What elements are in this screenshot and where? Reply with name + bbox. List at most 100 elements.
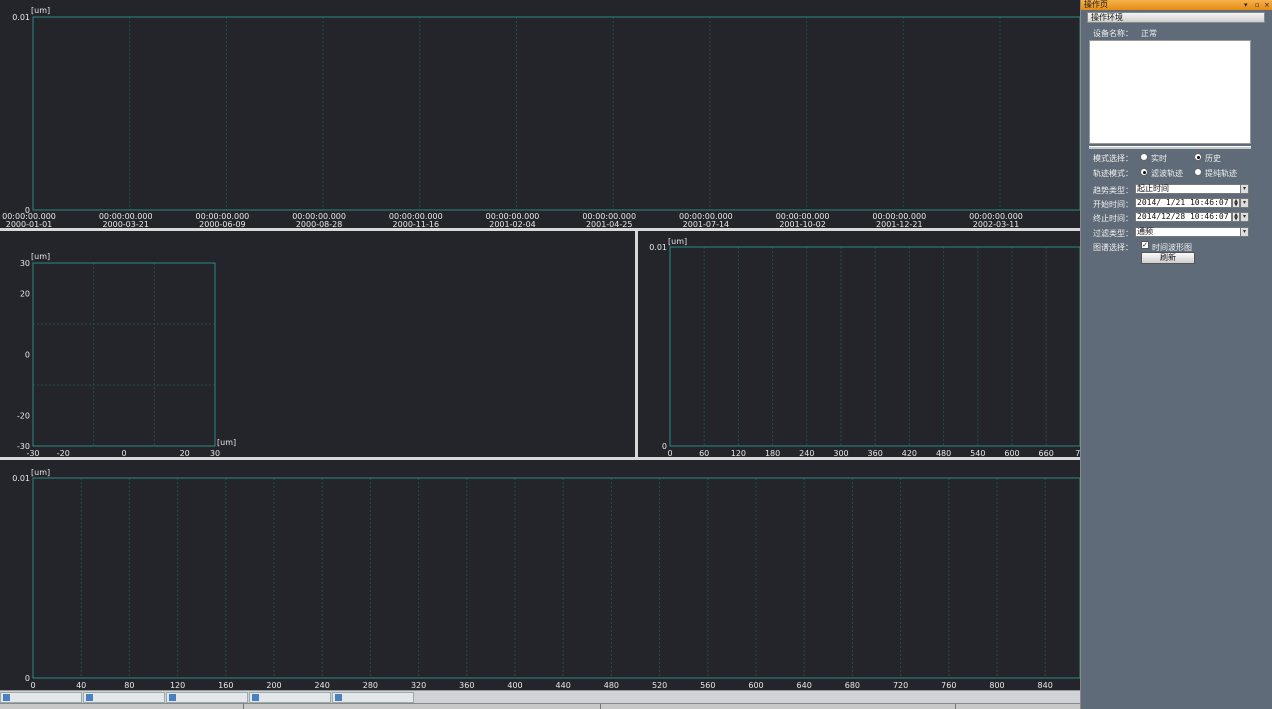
x-tick-label: 560: [700, 681, 715, 690]
x-tick-label: 800: [989, 681, 1004, 690]
y-tick-label: 0.01: [649, 243, 667, 252]
mode-label: 模式选择：: [1093, 154, 1133, 163]
end-time-spinner[interactable]: ▲ ▼: [1232, 212, 1240, 222]
x-tick-date: 2000-01-01: [6, 220, 53, 228]
document-tab-5[interactable]: [332, 692, 414, 703]
x-tick-label: -30: [26, 449, 39, 457]
orbit-chart: [um][um]30200-20-30-30 -20 0 20 30: [17, 252, 236, 457]
x-tick-date: 2001-02-04: [489, 220, 536, 228]
status-separator: [243, 704, 244, 709]
x-tick-label: 20: [180, 449, 190, 457]
plot-frame: [32, 477, 1080, 679]
chevron-down-icon[interactable]: ▾: [1240, 184, 1249, 194]
end-time-label: 终止时间：: [1093, 214, 1133, 223]
mode-history-radio[interactable]: [1194, 153, 1202, 161]
trend-type-label: 趋势类型：: [1093, 186, 1133, 195]
operation-panel: 操作页 ▾ ▫ × 操作环境 设备名称： 正常 模式选择： 实时 历史 轨迹模式…: [1080, 0, 1272, 709]
dropdown-icon[interactable]: ▾: [1244, 0, 1248, 10]
document-tab-3[interactable]: [166, 692, 248, 703]
operation-panel-title: 操作页: [1084, 0, 1108, 9]
x-tick-label: 300: [833, 449, 848, 457]
x-tick-label: 240: [315, 681, 330, 690]
chevron-down-icon[interactable]: ▾: [1240, 227, 1249, 237]
y-unit-label: [um]: [31, 468, 50, 477]
x-tick-label: 600: [1004, 449, 1019, 457]
end-time-input[interactable]: 2014/12/28 10:46:07: [1135, 212, 1232, 222]
x-tick-label: 200: [266, 681, 281, 690]
x-tick-label: 120: [170, 681, 185, 690]
x-tick-label: 720: [893, 681, 908, 690]
refresh-button[interactable]: 刷新: [1141, 252, 1195, 264]
document-tab-1[interactable]: [0, 692, 82, 703]
x-tick-label: 660: [1039, 449, 1054, 457]
trend-type-select[interactable]: 起止时间: [1135, 184, 1241, 194]
y-tick-label: -20: [17, 412, 30, 421]
x-tick-label: 0: [121, 449, 126, 457]
trend-chart-panel: [um] 0.01 0 00:00:00.000 2000-01-01 00:00:00.…: [0, 0, 1080, 228]
chart-icon: [3, 694, 10, 701]
waveform-chart-panel: [um] 0.01 0 0 40 80 120 160 200 240 280 320 360 400 44…: [0, 460, 1080, 690]
x-tick-label: 640: [797, 681, 812, 690]
x-unit-label: [um]: [217, 438, 236, 447]
x-tick-date: 2001-12-21: [876, 220, 923, 228]
track-mode-label: 轨迹模式：: [1093, 169, 1133, 178]
calendar-dropdown-icon[interactable]: ▾: [1240, 212, 1249, 222]
track-raw-radio[interactable]: [1194, 168, 1202, 176]
x-tick-label: 440: [556, 681, 571, 690]
spectrum-select-label: 图谱选择：: [1093, 243, 1133, 252]
x-tick-label: 600: [748, 681, 763, 690]
start-time-input[interactable]: 2014/ 1/21 10:46:07: [1135, 198, 1232, 208]
device-status-value: 正常: [1141, 29, 1157, 38]
x-tick-date: 2001-10-02: [779, 220, 826, 228]
x-tick-label: 400: [507, 681, 522, 690]
x-tick-label: 240: [799, 449, 814, 457]
x-tick-label: 520: [652, 681, 667, 690]
x-tick-label: 80: [124, 681, 134, 690]
x-tick-label: 480: [604, 681, 619, 690]
x-tick-label: 30: [210, 449, 220, 457]
trend-chart: [um]0.01000:00:00.0002000-01-0100:00:00.…: [2, 6, 1080, 228]
chart-icon: [335, 694, 342, 701]
y-tick-label: 0: [662, 442, 667, 451]
track-filtered-radio[interactable]: [1140, 168, 1148, 176]
x-tick-label: 840: [1038, 681, 1053, 690]
filter-type-select[interactable]: 通频: [1135, 227, 1241, 237]
close-icon[interactable]: ×: [1264, 0, 1270, 10]
x-tick-label: 680: [845, 681, 860, 690]
x-tick-date: 2002-03-11: [973, 220, 1020, 228]
x-tick-label: 160: [218, 681, 233, 690]
y-tick-label: 20: [20, 290, 30, 299]
track-filtered-label[interactable]: 滤波轨迹: [1151, 168, 1183, 179]
status-separator: [955, 704, 956, 709]
mode-realtime-radio[interactable]: [1140, 153, 1148, 161]
y-unit-label: [um]: [31, 6, 50, 15]
chart-icon: [252, 694, 259, 701]
mode-realtime-label[interactable]: 实时: [1151, 153, 1167, 164]
tab-operation-environment[interactable]: 操作环境: [1087, 12, 1265, 23]
x-tick-label: 0: [667, 449, 672, 457]
pin-icon[interactable]: ▫: [1255, 0, 1260, 10]
chart-icon: [169, 694, 176, 701]
y-tick-label: 0.01: [12, 13, 30, 22]
panel-divider: [1089, 146, 1251, 149]
document-tab-bar: [0, 690, 1080, 703]
waveform-chart: [um]0.01 00 40 80 120 160 200 240 280 320 360 400 44…: [12, 468, 1080, 690]
x-tick-label: 540: [970, 449, 985, 457]
plot-frame: [32, 262, 216, 447]
document-tab-2[interactable]: [83, 692, 165, 703]
time-waveform-checkbox[interactable]: ✓: [1141, 241, 1149, 249]
x-tick-label: 180: [765, 449, 780, 457]
plot-frame: [32, 16, 1080, 211]
calendar-dropdown-icon[interactable]: ▾: [1240, 198, 1249, 208]
x-tick-label: -20: [57, 449, 70, 457]
start-time-spinner[interactable]: ▲ ▼: [1232, 198, 1240, 208]
status-separator: [600, 704, 601, 709]
x-tick-label: 60: [699, 449, 709, 457]
x-tick-label: 0: [30, 681, 35, 690]
track-raw-label[interactable]: 提纯轨迹: [1205, 168, 1237, 179]
document-tab-4[interactable]: [249, 692, 331, 703]
x-tick-label: 760: [941, 681, 956, 690]
mode-history-label[interactable]: 历史: [1205, 153, 1221, 164]
x-tick-label: 280: [363, 681, 378, 690]
device-list[interactable]: [1089, 40, 1251, 144]
